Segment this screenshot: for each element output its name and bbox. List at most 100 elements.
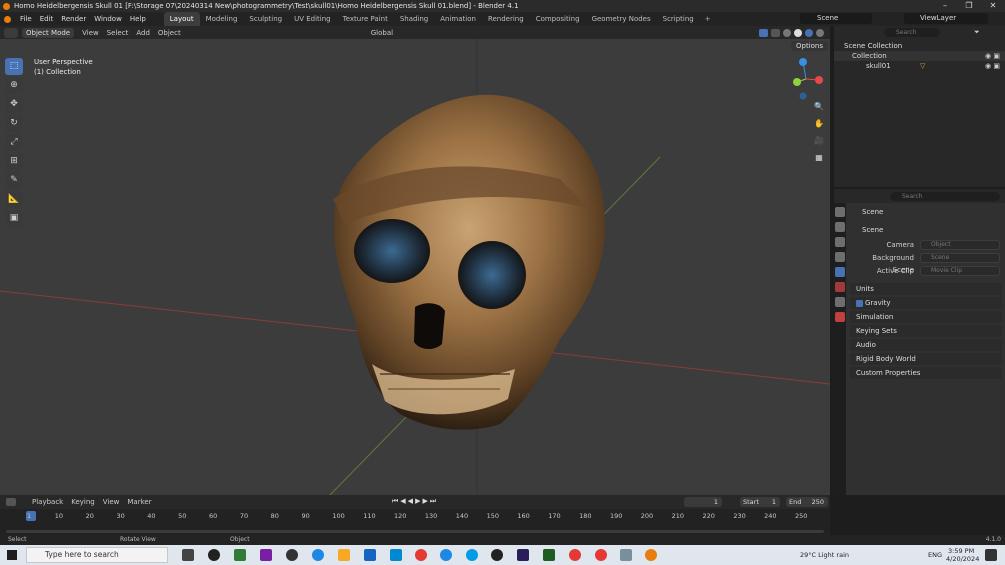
zoom-icon[interactable]: 🔍 <box>812 100 826 114</box>
render-tab-icon[interactable] <box>835 222 845 232</box>
visibility-eye-icon[interactable]: ◉ ▣ <box>985 61 1000 71</box>
tool-tab-icon[interactable] <box>835 207 845 217</box>
measure-tool[interactable]: 📐 <box>5 191 23 208</box>
world-tab-icon[interactable] <box>835 282 845 292</box>
texture-tab-icon[interactable] <box>835 312 845 322</box>
add-cube-tool[interactable]: ▣ <box>5 210 23 227</box>
task-view-icon[interactable] <box>182 549 194 561</box>
menu-marker[interactable]: Marker <box>127 498 151 506</box>
cursor-tool[interactable]: ⊕ <box>5 77 23 94</box>
tab-sculpting[interactable]: Sculpting <box>243 12 288 26</box>
output-tab-icon[interactable] <box>835 237 845 247</box>
close-icon[interactable]: ✕ <box>981 0 1005 12</box>
timeline[interactable]: 1 10 20 30 40 50 60 70 80 90 100 110 120 130 140 150 160… <box>0 509 830 535</box>
chrome-icon-2[interactable] <box>569 549 581 561</box>
scene-tab-icon[interactable] <box>835 267 845 277</box>
playback-controls[interactable]: ⏮◀◀▶▶⏭ <box>392 497 438 506</box>
start-frame-field[interactable]: Start 1 <box>740 497 780 507</box>
gizmo-toggle-icon[interactable] <box>759 28 768 37</box>
panel-custom-properties[interactable]: Custom Properties <box>850 367 1002 379</box>
menu-select[interactable]: Select <box>107 29 129 37</box>
3d-viewport[interactable]: User Perspective (1) Collection Options … <box>0 39 830 495</box>
menu-playback[interactable]: Playback <box>32 498 63 506</box>
end-frame-field[interactable]: End 250 <box>786 497 828 507</box>
tab-modeling[interactable]: Modeling <box>200 12 244 26</box>
wireframe-shading-icon[interactable] <box>783 28 791 37</box>
options-button[interactable]: Options <box>791 41 829 51</box>
add-workspace-icon[interactable]: + <box>700 15 716 23</box>
clock-time[interactable]: 3:59 PM <box>948 547 974 555</box>
outliner-row-collection[interactable]: Collection ◉ ▣ <box>834 51 1005 61</box>
current-frame-field[interactable]: 1 <box>684 497 722 507</box>
solid-shading-icon[interactable] <box>794 28 802 37</box>
rotate-tool[interactable]: ↻ <box>5 115 23 132</box>
app-icon-2[interactable] <box>234 549 246 561</box>
chrome-icon[interactable] <box>415 549 427 561</box>
app-icon-9[interactable] <box>543 549 555 561</box>
transform-tool[interactable]: ⊞ <box>5 153 23 170</box>
material-shading-icon[interactable] <box>805 28 813 37</box>
menu-file[interactable]: File <box>16 12 36 26</box>
blender-menu-icon[interactable] <box>4 15 11 23</box>
menu-add[interactable]: Add <box>136 29 150 37</box>
rendered-shading-icon[interactable] <box>816 28 824 37</box>
timeline-editor-icon[interactable] <box>6 498 16 506</box>
premiere-icon[interactable] <box>517 549 529 561</box>
clock-date[interactable]: 4/20/2024 <box>946 555 979 563</box>
filter-icon[interactable]: ⏷ <box>974 28 980 37</box>
panel-gravity[interactable]: Gravity <box>850 297 1002 309</box>
menu-timeline-view[interactable]: View <box>103 498 120 506</box>
scene-selector[interactable]: Scene <box>800 13 872 24</box>
timeline-scrollbar[interactable] <box>6 530 824 533</box>
transform-orientation[interactable]: Global <box>371 29 393 37</box>
menu-keying[interactable]: Keying <box>71 498 95 506</box>
view-layer-tab-icon[interactable] <box>835 252 845 262</box>
visibility-eye-icon[interactable]: ◉ ▣ <box>985 51 1000 61</box>
app-icon-8[interactable] <box>491 549 503 561</box>
tab-texture-paint[interactable]: Texture Paint <box>337 12 394 26</box>
app-icon-3[interactable] <box>260 549 272 561</box>
app-icon-1[interactable] <box>208 549 220 561</box>
active-clip-field[interactable]: Movie Clip <box>920 266 1000 276</box>
camera-field[interactable]: Object <box>920 240 1000 250</box>
scene-section-header[interactable]: Scene <box>850 224 1002 236</box>
select-box-tool[interactable]: ⬚ <box>5 58 23 75</box>
outliner-search[interactable]: Search <box>884 28 940 37</box>
language-indicator[interactable]: ENG <box>928 551 942 559</box>
app-icon-10[interactable] <box>620 549 632 561</box>
menu-render[interactable]: Render <box>57 12 90 26</box>
panel-simulation[interactable]: Simulation <box>850 311 1002 323</box>
taskbar-search[interactable]: Type here to search <box>26 547 168 563</box>
app-icon-7[interactable] <box>466 549 478 561</box>
scale-tool[interactable]: ⤢ <box>5 134 23 151</box>
edge-icon[interactable] <box>312 549 324 561</box>
camera-view-icon[interactable]: 🎥 <box>812 134 826 148</box>
menu-edit[interactable]: Edit <box>36 12 58 26</box>
mail-icon[interactable] <box>364 549 376 561</box>
maximize-icon[interactable]: ❐ <box>957 0 981 12</box>
tab-scripting[interactable]: Scripting <box>657 12 700 26</box>
outliner-row-scene-collection[interactable]: Scene Collection <box>834 41 1005 51</box>
menu-window[interactable]: Window <box>90 12 126 26</box>
panel-keying-sets[interactable]: Keying Sets <box>850 325 1002 337</box>
panel-audio[interactable]: Audio <box>850 339 1002 351</box>
move-tool[interactable]: ✥ <box>5 96 23 113</box>
grid-view-icon[interactable]: ▦ <box>812 151 826 165</box>
app-icon-5[interactable] <box>390 549 402 561</box>
notification-icon[interactable] <box>985 549 997 561</box>
menu-object[interactable]: Object <box>158 29 181 37</box>
chrome-icon-3[interactable] <box>595 549 607 561</box>
file-explorer-icon[interactable] <box>338 549 350 561</box>
tab-layout[interactable]: Layout <box>163 12 200 26</box>
view-layer-selector[interactable]: ViewLayer <box>904 13 988 24</box>
blender-taskbar-icon[interactable] <box>645 549 657 561</box>
properties-search[interactable]: Search <box>890 192 1000 201</box>
app-icon-4[interactable] <box>286 549 298 561</box>
background-scene-field[interactable]: Scene <box>920 253 1000 263</box>
menu-view[interactable]: View <box>82 29 99 37</box>
tab-uv-editing[interactable]: UV Editing <box>288 12 337 26</box>
mode-selector[interactable]: Object Mode <box>22 27 75 38</box>
gravity-checkbox[interactable] <box>856 299 863 307</box>
outliner-row-skull01[interactable]: skull01 ▽ ◉ ▣ <box>834 61 1005 71</box>
tab-rendering[interactable]: Rendering <box>482 12 530 26</box>
